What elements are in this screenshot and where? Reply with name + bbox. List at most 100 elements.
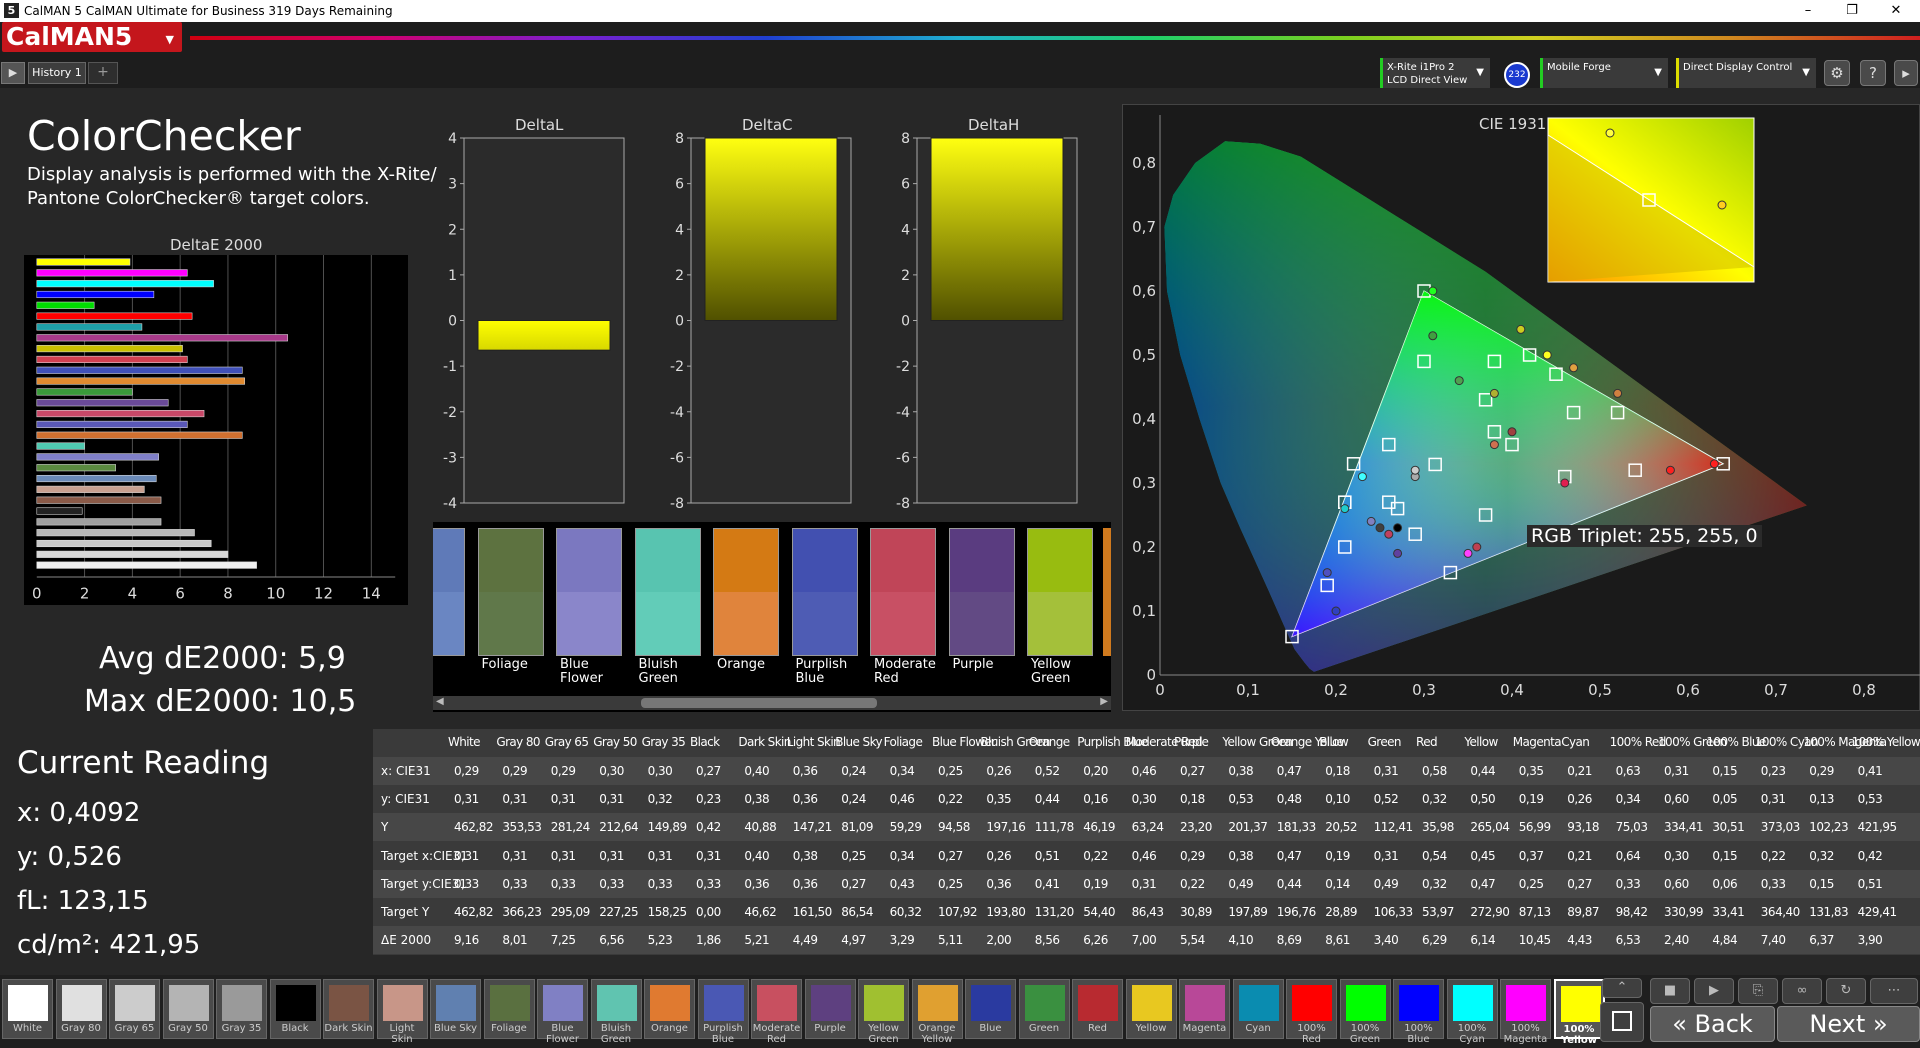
play-icon[interactable]: ▶ (1694, 978, 1734, 1004)
color-swatch-button[interactable]: 100% Blue (1393, 979, 1444, 1045)
loop-icon[interactable]: ∞ (1782, 978, 1822, 1004)
delta-tick-label: 8 (901, 131, 910, 147)
swatch-color (543, 985, 583, 1021)
table-cell: 0,25 (938, 876, 963, 891)
display-selector[interactable]: Direct Display Control ▼ (1676, 58, 1816, 88)
measured-point (1375, 523, 1385, 533)
play-icon[interactable]: ▶ (1, 62, 25, 84)
scroll-right-icon[interactable]: ▸ (1894, 60, 1918, 86)
table-cell: 6,37 (1809, 933, 1834, 948)
table-cell: 0,30 (647, 764, 673, 778)
scrollbar-thumb[interactable] (641, 698, 877, 708)
next-button[interactable]: Next » (1777, 1006, 1920, 1042)
refresh-icon[interactable]: ↻ (1826, 978, 1866, 1004)
deltae-bar (36, 334, 288, 342)
color-swatch-button[interactable]: 100% Magenta (1500, 979, 1551, 1045)
restore-icon[interactable]: ❐ (1832, 1, 1872, 21)
table-cell: 0,20 (1083, 764, 1108, 778)
deltae-tick-label: 10 (266, 584, 285, 602)
meter-selector[interactable]: X-Rite i1Pro 2 LCD Direct View ▼ (1380, 58, 1490, 88)
save-icon[interactable]: ⎘ (1738, 978, 1778, 1004)
patch-scrollbar[interactable]: ◀ ▶ (433, 696, 1111, 710)
measured-point (1613, 388, 1623, 398)
table-cell: 281,24 (550, 820, 591, 835)
table-cell: 193,80 (986, 905, 1026, 919)
color-swatch-button[interactable]: Blue Sky (430, 979, 481, 1039)
color-swatch-button[interactable]: Moderate Red (751, 979, 802, 1045)
color-swatch-button[interactable]: 100% Red (1286, 979, 1337, 1045)
table-cell: 429,41 (1857, 905, 1898, 919)
color-swatch-button[interactable]: Bluish Green (590, 979, 642, 1045)
deltae-bar (36, 431, 243, 439)
table-cell: 98,42 (1615, 905, 1648, 919)
meter-name: X-Rite i1Pro 2 (1387, 62, 1455, 73)
color-swatch-button[interactable]: Gray 65 (109, 979, 160, 1039)
table-cell: 5,11 (938, 933, 963, 948)
color-swatch-button[interactable]: Yellow (1125, 979, 1177, 1039)
source-selector[interactable]: Mobile Forge ▼ (1540, 58, 1668, 88)
stop-square-icon[interactable] (1600, 1002, 1644, 1042)
color-swatch-button[interactable]: Gray 80 (55, 979, 107, 1039)
color-swatch-button[interactable]: Blue Flower (537, 979, 588, 1045)
help-icon[interactable]: ? (1860, 60, 1886, 86)
row-header: Target Y (381, 905, 430, 919)
color-swatch-button[interactable]: Orange (644, 979, 695, 1039)
color-swatch-button[interactable]: Green (1018, 979, 1070, 1039)
tab-history-1[interactable]: History 1 (28, 62, 86, 84)
table-cell: 40,88 (744, 820, 777, 835)
deltac-chart: 8 6 4 2 0 -2 -4 -6 -8 (670, 131, 852, 508)
table-cell: 0,31 (599, 848, 624, 863)
chevron-down-icon: ▼ (165, 33, 174, 46)
table-cell: 0,30 (599, 764, 624, 778)
deltae-bar (36, 507, 83, 515)
scroll-right-icon[interactable]: ▶ (1100, 696, 1108, 707)
page-title: ColorChecker (27, 112, 301, 160)
color-swatch-button[interactable]: 100% Cyan (1446, 979, 1498, 1045)
color-patch (791, 528, 858, 656)
patch-measured (635, 592, 700, 655)
table-cell: 0,29 (454, 764, 479, 778)
calman-logo-menu[interactable]: CalMAN5 ▼ (2, 22, 182, 52)
table-cell: 0,21 (1567, 848, 1592, 863)
chevron-down-icon: ▼ (1476, 67, 1484, 78)
collapse-up-icon[interactable]: ⌃ (1602, 978, 1642, 998)
minimize-icon[interactable]: – (1788, 1, 1828, 21)
swatch-label: Dark Skin (324, 1023, 373, 1034)
color-swatch-button[interactable]: Black (269, 979, 321, 1039)
add-tab-button[interactable]: + (88, 62, 118, 84)
stop-icon[interactable]: ■ (1650, 978, 1690, 1004)
color-swatch-button[interactable]: Yellow Green (858, 979, 909, 1045)
color-swatch-button[interactable]: Magenta (1179, 979, 1230, 1039)
swatch-label: Purple (814, 1023, 846, 1034)
color-swatch-button[interactable]: 100% Green (1339, 979, 1391, 1045)
color-swatch-button[interactable]: Foliage (483, 979, 535, 1039)
color-swatch-button[interactable]: Gray 35 (216, 979, 267, 1039)
color-swatch-button[interactable]: Purple (804, 979, 856, 1039)
table-cell: 0,31 (1373, 848, 1399, 863)
options-icon[interactable]: ⋯ (1870, 978, 1918, 1004)
settings-gear-icon[interactable]: ⚙ (1824, 60, 1850, 86)
cie-x-tick: 0,1 (1236, 681, 1260, 699)
color-swatch-button[interactable]: White (2, 979, 53, 1039)
meter-badge[interactable]: 232 (1504, 62, 1530, 88)
color-swatch-button[interactable]: Blue (965, 979, 1016, 1039)
color-swatch-button[interactable]: Dark Skin (323, 979, 374, 1039)
table-cell: 0,31 (550, 792, 576, 807)
swatch-color (1292, 985, 1332, 1021)
color-swatch-button[interactable]: Cyan (1232, 979, 1284, 1039)
swatch-color (1399, 985, 1439, 1021)
color-swatch-button[interactable]: Gray 50 (162, 979, 214, 1039)
color-swatch-button[interactable]: Light Skin (376, 979, 428, 1045)
color-swatch-button[interactable]: Purplish Blue (697, 979, 749, 1045)
table-cell: 421,95 (1857, 820, 1898, 835)
measured-point (1560, 478, 1570, 488)
color-swatch-button[interactable]: Orange Yellow (911, 979, 963, 1045)
color-patch (713, 528, 779, 656)
measured-point (1709, 459, 1719, 469)
table-cell: 0,22 (1760, 848, 1786, 863)
color-swatch-button[interactable]: 100% Yellow (1553, 979, 1605, 1046)
scroll-left-icon[interactable]: ◀ (436, 696, 444, 707)
color-swatch-button[interactable]: Red (1072, 979, 1123, 1039)
back-button[interactable]: « Back (1650, 1006, 1775, 1042)
close-icon[interactable]: ✕ (1876, 1, 1916, 21)
